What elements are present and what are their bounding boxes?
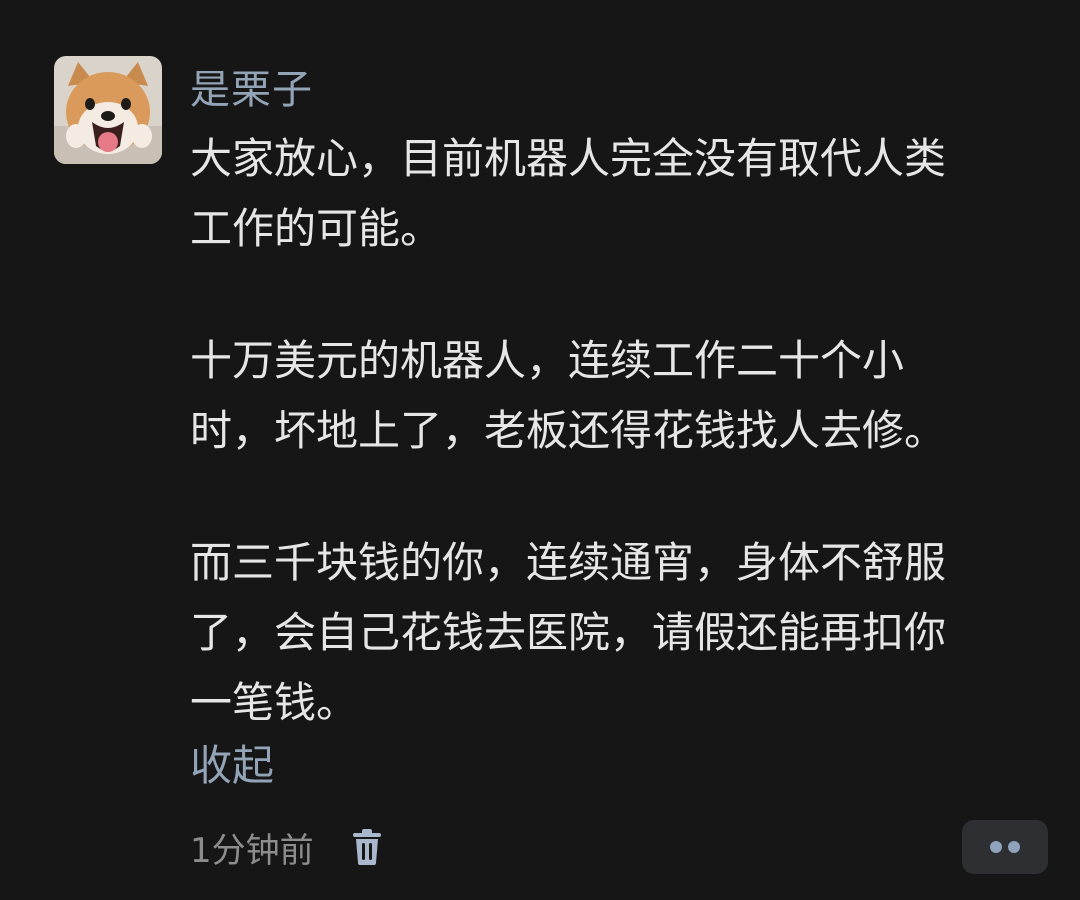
comment-line: 大家放心，目前机器人完全没有取代人类 (190, 134, 947, 183)
more-dots-icon (1008, 841, 1020, 853)
avatar[interactable] (54, 56, 162, 164)
comment-meta: 1分钟前 (190, 822, 384, 872)
comment-paragraph: 而三千块钱的你，连续通宵，身体不舒服 了，会自己花钱去医院，请假还能再扣你 一笔… (190, 528, 1030, 738)
username[interactable]: 是栗子 (190, 62, 313, 118)
comment-line: 一笔钱。 (190, 678, 359, 727)
timestamp: 1分钟前 (190, 830, 314, 871)
more-options-button[interactable] (962, 820, 1048, 874)
shiba-dog-avatar-icon (54, 56, 162, 164)
comment-body: 大家放心，目前机器人完全没有取代人类 工作的可能。 十万美元的机器人，连续工作二… (190, 124, 1030, 738)
comment-line: 工作的可能。 (190, 204, 443, 253)
comment-paragraph: 大家放心，目前机器人完全没有取代人类 工作的可能。 (190, 124, 1030, 264)
comment-line: 十万美元的机器人，连续工作二十个小 (190, 336, 905, 385)
collapse-link[interactable]: 收起 (190, 736, 274, 796)
comment-line: 时，坏地上了，老板还得花钱找人去修。 (190, 406, 947, 455)
comment-line: 而三千块钱的你，连续通宵，身体不舒服 (190, 538, 947, 587)
comment-line: 了，会自己花钱去医院，请假还能再扣你 (190, 608, 947, 657)
trash-icon[interactable] (350, 828, 384, 866)
more-dots-icon (990, 841, 1002, 853)
comment-paragraph: 十万美元的机器人，连续工作二十个小 时，坏地上了，老板还得花钱找人去修。 (190, 326, 1030, 466)
